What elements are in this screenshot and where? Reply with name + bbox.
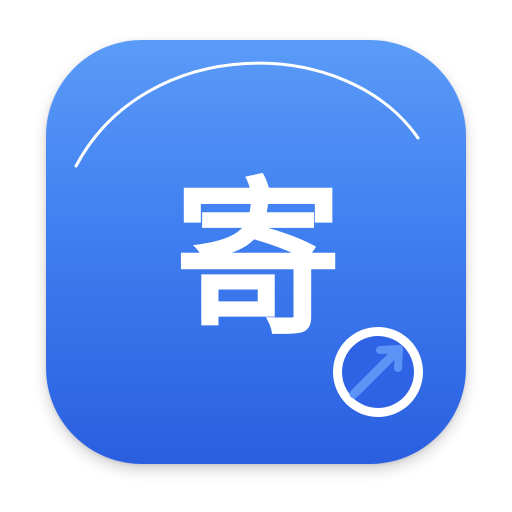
arrow-up-right-circle-icon xyxy=(333,327,423,417)
app-glyph: 寄 xyxy=(174,162,342,358)
icon-canvas: 寄 xyxy=(0,0,512,512)
